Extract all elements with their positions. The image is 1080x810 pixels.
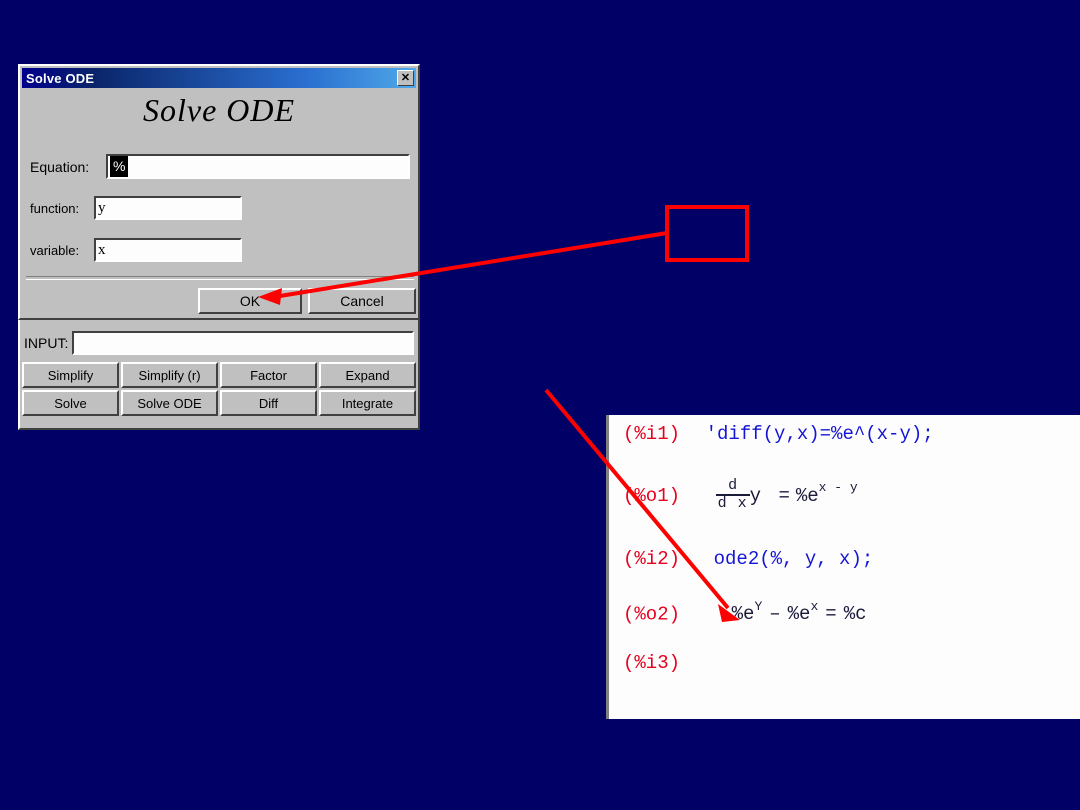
equation-label: Equation: [30,158,90,175]
solve-button[interactable]: Solve [22,390,119,416]
dialog-titlebar: Solve ODE ✕ [22,68,416,88]
o2-term2-base: %e [787,603,811,626]
expand-button[interactable]: Expand [319,362,416,388]
simplify-r-button[interactable]: Simplify (r) [121,362,218,388]
o2-minus: – [769,603,781,626]
ok-button[interactable]: OK [198,288,302,314]
function-label: function: [30,200,80,216]
annotation-highlight-box [665,205,749,262]
maxima-expr-o2: %eY – %ex = %c [731,599,867,626]
maxima-line-i1: (%i1) 'diff(y,x)=%e^(x-y); [623,423,934,445]
o1-base: %e [795,484,819,507]
close-icon[interactable]: ✕ [397,70,414,86]
maxima-output-panel: (%i1) 'diff(y,x)=%e^(x-y); (%o1) d d x y… [606,415,1080,719]
dialog-heading: Solve ODE [142,92,296,128]
o2-rhs: %c [843,603,867,626]
input-field[interactable] [72,331,414,355]
diff-button[interactable]: Diff [220,390,317,416]
equation-input[interactable]: % [106,154,410,179]
command-button-grid: Simplify Simplify (r) Factor Expand Solv… [22,362,416,416]
o2-term1-base: %e [731,603,755,626]
o2-term2-exp: x [810,599,819,614]
factor-button[interactable]: Factor [220,362,317,388]
equation-selected-value: % [110,156,129,177]
solve-ode-button[interactable]: Solve ODE [121,390,218,416]
fraction-numerator: d [728,477,738,494]
maxima-line-o2: (%o2) %eY – %ex = %c [623,599,867,626]
maxima-prompt-i1: (%i1) [623,423,681,445]
maxima-prompt-i3: (%i3) [623,652,681,674]
cancel-button[interactable]: Cancel [308,288,416,314]
maxima-prompt-o2: (%o2) [623,603,681,626]
maxima-line-i3: (%i3) [623,652,680,674]
maxima-prompt-o1: (%o1) [623,484,681,507]
o1-equals: = [778,484,790,507]
o2-term1-exp: Y [754,599,763,614]
input-row: INPUT: [24,330,414,356]
maxima-prompt-i2: (%i2) [623,548,681,570]
maxima-expr-i2: ode2(%, y, x); [713,548,874,570]
function-value: y [98,199,106,216]
dialog-separator [26,276,414,280]
variable-row: variable: x [30,238,280,262]
integrate-button[interactable]: Integrate [319,390,416,416]
variable-label: variable: [30,242,80,258]
maxima-expr-i1: 'diff(y,x)=%e^(x-y); [705,423,934,445]
maxima-expr-o1: d d x y = %ex - y [715,478,858,511]
solve-ode-dialog: Solve ODE ✕ Solve ODE Equation: % functi… [18,64,420,320]
fraction-denominator: d x [717,494,748,512]
function-row: function: y [30,196,280,220]
simplify-button[interactable]: Simplify [22,362,119,388]
equation-row: Equation: % [30,154,416,179]
derivative-fraction: d d x [715,477,750,512]
o2-equals: = [825,603,837,626]
o1-lhs-var: y [749,484,762,507]
maxima-line-o1: (%o1) d d x y = %ex - y [623,478,858,513]
variable-input[interactable]: x [94,238,242,262]
input-label: INPUT: [24,335,69,351]
maxima-line-i2: (%i2) ode2(%, y, x); [623,548,873,570]
function-input[interactable]: y [94,196,242,220]
dialog-title: Solve ODE [26,70,95,86]
variable-value: x [98,241,106,258]
o1-exponent: x - y [818,480,858,496]
